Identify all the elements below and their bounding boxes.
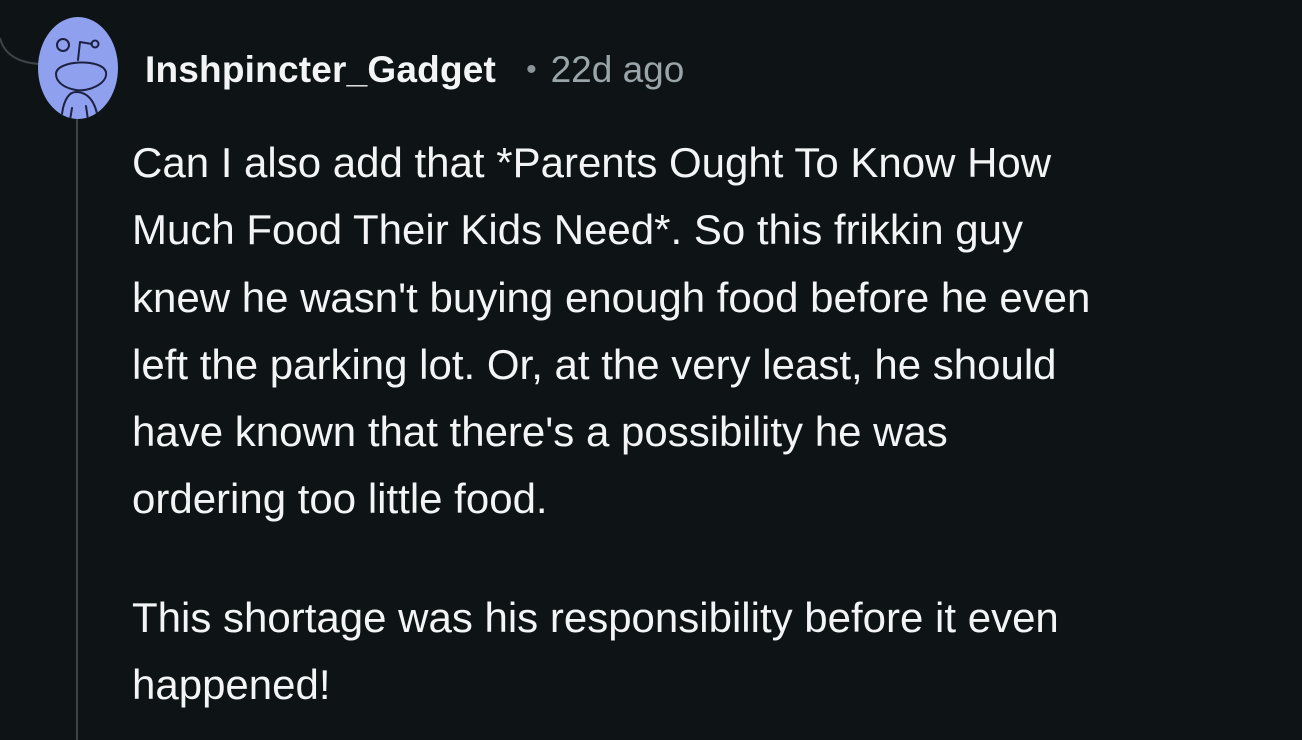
comment-line: Much Food Their Kids Need*. So this frik… <box>132 206 1023 254</box>
comment-header: Inshpincter_Gadget • 22d ago <box>145 46 684 94</box>
comment-line: Can I also add that *Parents Ought To Kn… <box>132 139 1052 186</box>
comment-line: have known that there's a possibility he… <box>132 408 948 456</box>
comment-timestamp[interactable]: 22d ago <box>551 49 685 91</box>
comment-author[interactable]: Inshpincter_Gadget <box>145 49 496 91</box>
meta-separator: • <box>526 53 537 86</box>
comment-line: This shortage was his responsibility bef… <box>132 593 1059 641</box>
comment-line: happened! <box>132 661 331 709</box>
snoo-avatar-icon[interactable] <box>36 16 120 120</box>
comment-line: left the parking lot. Or, at the very le… <box>132 340 1057 388</box>
comment-line: ordering too little food. <box>132 475 548 523</box>
comment-body: Can I also add that *Parents Ought To Kn… <box>132 129 1282 718</box>
thread-line[interactable] <box>76 118 78 740</box>
comment-line: knew he wasn't buying enough food before… <box>132 273 1091 321</box>
